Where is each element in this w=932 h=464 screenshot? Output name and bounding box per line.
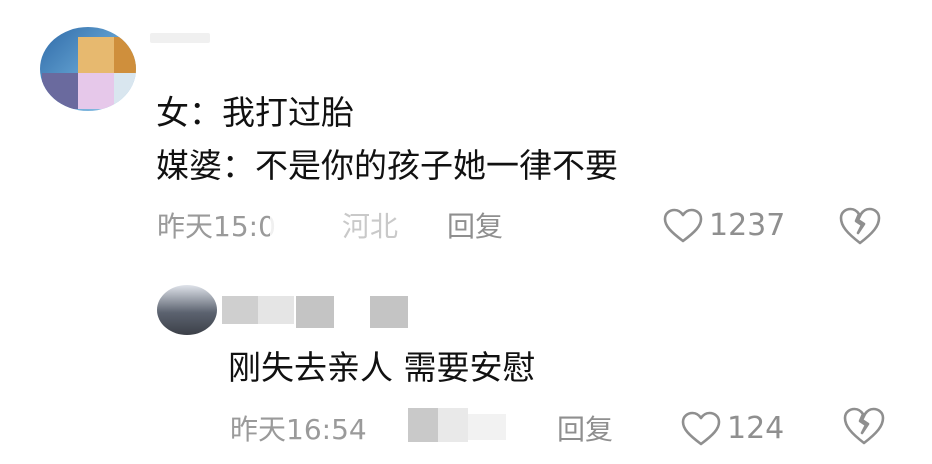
- avatar[interactable]: [40, 27, 136, 111]
- comment-text-line: 女：我打过胎: [156, 93, 354, 132]
- comment-location: 河北: [342, 210, 399, 243]
- username-redacted: [258, 296, 294, 324]
- username-redacted[interactable]: [150, 33, 210, 43]
- comment-timestamp: 昨天15:0: [157, 210, 276, 243]
- reply-button[interactable]: 回复: [557, 413, 613, 447]
- heart-outline-icon: [681, 411, 721, 447]
- username-redacted: [370, 296, 408, 328]
- broken-heart-icon: [838, 207, 882, 250]
- dislike-button[interactable]: [838, 206, 882, 250]
- broken-heart-icon: [842, 407, 886, 450]
- dislike-button[interactable]: [842, 406, 886, 450]
- heart-outline-icon: [663, 208, 703, 244]
- reply-button[interactable]: 回复: [447, 210, 503, 244]
- username-redacted[interactable]: [222, 296, 258, 324]
- avatar-mosaic: [40, 27, 136, 111]
- comment-text-line: 媒婆：不是你的孩子她一律不要: [156, 146, 618, 185]
- location-redacted: [408, 408, 518, 444]
- like-count: 1237: [709, 208, 786, 243]
- comment-text-line: 刚失去亲人 需要安慰: [228, 348, 536, 387]
- avatar[interactable]: [157, 285, 217, 335]
- like-count: 124: [727, 411, 785, 446]
- username-redacted: [296, 296, 334, 328]
- like-button[interactable]: 1237: [663, 208, 785, 244]
- comment-timestamp: 昨天16:54: [230, 413, 367, 446]
- redaction-mask: [270, 206, 338, 246]
- like-button[interactable]: 124: [681, 411, 784, 447]
